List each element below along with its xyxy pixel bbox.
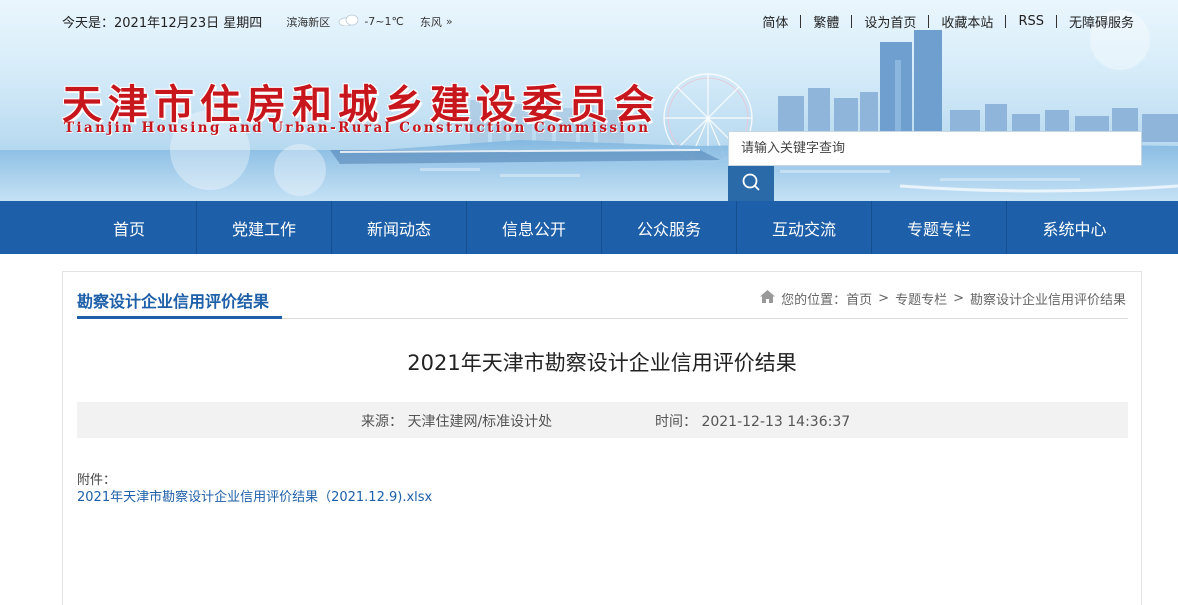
article-title: 2021年天津市勘察设计企业信用评价结果	[407, 351, 797, 375]
current-date: 今天是：2021年12月23日 星期四	[62, 16, 263, 31]
time-value: 2021-12-13 14:36:37	[701, 414, 851, 430]
attachment-link[interactable]: 2021年天津市勘察设计企业信用评价结果（2021.12.9).xlsx	[77, 486, 432, 505]
link-divider	[928, 15, 930, 28]
article-source: 来源： 天津住建网/标准设计处	[361, 411, 552, 431]
site-logo-english[interactable]: Tianjin Housing and Urban-Rural Construc…	[64, 120, 650, 136]
main-nav: 首页 党建工作 新闻动态 信息公开 公众服务 互动交流 专题专栏 系统中心	[0, 201, 1178, 254]
breadcrumb-home[interactable]: 首页	[846, 289, 872, 308]
nav-item-news[interactable]: 新闻动态	[332, 201, 467, 254]
breadcrumb-current[interactable]: 勘察设计企业信用评价结果	[970, 289, 1126, 308]
link-rss[interactable]: RSS	[1018, 14, 1044, 29]
time-label: 时间：	[655, 414, 697, 430]
weather-temperature: -7~1℃	[364, 15, 404, 28]
content-panel: 勘察设计企业信用评价结果 您的位置： 首页 > 专题专栏 > 勘察设计企业信用评…	[62, 271, 1142, 605]
article-meta-bar: 来源： 天津住建网/标准设计处 时间： 2021-12-13 14:36:37	[77, 402, 1128, 438]
breadcrumb-separator: >	[878, 291, 890, 306]
link-divider	[1055, 15, 1057, 28]
nav-item-public-service[interactable]: 公众服务	[602, 201, 737, 254]
weather-wind: 东风	[419, 15, 442, 29]
nav-item-special-topics[interactable]: 专题专栏	[872, 201, 1007, 254]
breadcrumb-separator: >	[953, 291, 964, 306]
source-label: 来源：	[361, 414, 403, 430]
cloud-icon	[338, 14, 360, 30]
utility-links: 简体 繁體 设为首页 收藏本站 RSS 无障碍服务	[762, 12, 1134, 31]
link-traditional[interactable]: 繁體	[813, 12, 839, 31]
header-banner: 今天是：2021年12月23日 星期四 滨海新区 -7~1℃ 东风 » 简体 繁…	[0, 0, 1178, 201]
link-accessibility[interactable]: 无障碍服务	[1069, 12, 1134, 31]
date-weather-bar: 今天是：2021年12月23日 星期四 滨海新区 -7~1℃ 东风 »	[62, 12, 453, 31]
search-icon	[741, 172, 761, 196]
nav-item-info-disclosure[interactable]: 信息公开	[467, 201, 602, 254]
nav-item-party-building[interactable]: 党建工作	[197, 201, 332, 254]
search-button[interactable]	[728, 166, 774, 201]
link-set-homepage[interactable]: 设为首页	[864, 12, 916, 31]
weather-district: 滨海新区	[286, 15, 331, 29]
link-divider	[800, 15, 802, 28]
link-simplified[interactable]: 简体	[762, 12, 788, 31]
link-divider	[1005, 15, 1007, 28]
link-divider	[851, 15, 853, 28]
search-input[interactable]	[729, 132, 1089, 165]
article-time: 时间： 2021-12-13 14:36:37	[655, 411, 850, 431]
nav-item-home[interactable]: 首页	[62, 201, 197, 254]
nav-item-system-center[interactable]: 系统中心	[1007, 201, 1142, 254]
breadcrumb-prefix: 您的位置：	[781, 293, 847, 308]
breadcrumb-special-topics[interactable]: 专题专栏	[895, 289, 947, 308]
home-icon	[760, 290, 776, 307]
source-value: 天津住建网/标准设计处	[407, 414, 553, 430]
link-bookmark[interactable]: 收藏本站	[941, 12, 993, 31]
section-title: 勘察设计企业信用评价结果	[77, 292, 270, 311]
nav-item-interaction[interactable]: 互动交流	[737, 201, 872, 254]
weather-more-icon[interactable]: »	[446, 15, 453, 28]
breadcrumb: 您的位置： 首页 > 专题专栏 > 勘察设计企业信用评价结果	[760, 289, 1126, 308]
section-title-underline	[77, 316, 282, 319]
search-box	[728, 131, 1142, 166]
